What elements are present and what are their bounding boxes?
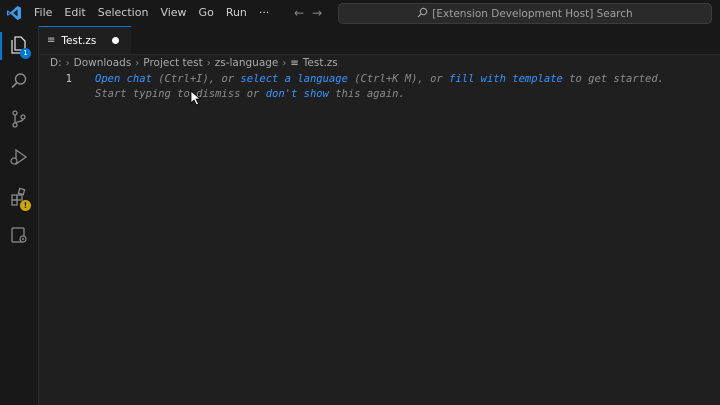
file-lines-icon: ≡	[290, 57, 299, 69]
empty-editor-hint-line-2: Start typing to dismiss or don't show th…	[95, 88, 405, 100]
remote-explorer-button[interactable]	[0, 218, 38, 254]
line-number: 1	[65, 73, 72, 85]
unsaved-dot-icon[interactable]	[112, 37, 119, 44]
menu-go[interactable]: Go	[193, 0, 220, 26]
editor-tab-bar: ≡ Test.zs	[39, 26, 720, 55]
menu-run[interactable]: Run	[220, 0, 253, 26]
hint-text: Start typing to dismiss or	[95, 88, 266, 100]
source-control-icon	[9, 109, 29, 132]
menu-edit[interactable]: Edit	[58, 0, 91, 26]
remote-explorer-icon	[9, 225, 29, 248]
breadcrumb-zs-language[interactable]: zs-language	[215, 57, 279, 69]
menu-view[interactable]: View	[154, 0, 192, 26]
select-language-link[interactable]: select a language	[240, 73, 347, 85]
warning-badge: !	[20, 200, 31, 211]
vscode-logo-icon	[0, 0, 28, 26]
empty-editor-hint-line-1: Open chat (Ctrl+I), or select a language…	[95, 73, 664, 85]
chevron-right-icon: ›	[65, 57, 70, 69]
chevron-right-icon: ›	[282, 57, 287, 69]
breadcrumb: D: › Downloads › Project test › zs-langu…	[50, 55, 338, 71]
editor-area[interactable]: 1 Open chat (Ctrl+I), or select a langua…	[39, 72, 720, 405]
extensions-button[interactable]: !	[0, 180, 38, 216]
menu-file[interactable]: File	[28, 0, 58, 26]
run-debug-button[interactable]	[0, 140, 38, 176]
hint-text: to get started.	[562, 73, 664, 85]
explorer-button[interactable]: 1	[0, 28, 38, 64]
menu-more[interactable]: ···	[253, 0, 276, 26]
menu-bar: File Edit Selection View Go Run ···	[28, 0, 275, 26]
source-control-button[interactable]	[0, 102, 38, 138]
activity-bar: 1 !	[0, 26, 39, 405]
search-view-button[interactable]	[0, 64, 38, 100]
run-debug-icon	[9, 147, 29, 170]
hint-text: this again.	[328, 88, 405, 100]
dont-show-link[interactable]: don't show	[266, 88, 329, 100]
mouse-pointer-icon	[190, 90, 202, 106]
arrow-right-icon[interactable]: →	[312, 6, 322, 20]
chevron-right-icon: ›	[135, 57, 140, 69]
breadcrumb-drive[interactable]: D:	[50, 57, 62, 69]
file-lines-icon: ≡	[47, 35, 56, 46]
tab-test-zs[interactable]: ≡ Test.zs	[39, 26, 131, 54]
search-icon	[417, 7, 428, 21]
chevron-right-icon: ›	[206, 57, 211, 69]
open-chat-link[interactable]: Open chat	[95, 73, 152, 85]
menu-selection[interactable]: Selection	[92, 0, 155, 26]
title-bar: File Edit Selection View Go Run ··· ← → …	[0, 0, 720, 26]
hint-text: (Ctrl+I), or	[151, 73, 241, 85]
breadcrumb-file[interactable]: Test.zs	[303, 57, 338, 69]
search-text: [Extension Development Host] Search	[432, 7, 633, 20]
arrow-left-icon[interactable]: ←	[294, 6, 304, 20]
tab-label: Test.zs	[61, 34, 97, 47]
explorer-badge: 1	[20, 48, 31, 59]
breadcrumb-project-test[interactable]: Project test	[143, 57, 202, 69]
breadcrumb-downloads[interactable]: Downloads	[74, 57, 132, 69]
navigation-arrows: ← →	[294, 0, 322, 26]
fill-template-link[interactable]: fill with template	[449, 73, 563, 85]
hint-text: (Ctrl+K M), or	[347, 73, 450, 85]
search-icon	[9, 71, 29, 94]
command-center-search[interactable]: [Extension Development Host] Search	[338, 3, 712, 24]
